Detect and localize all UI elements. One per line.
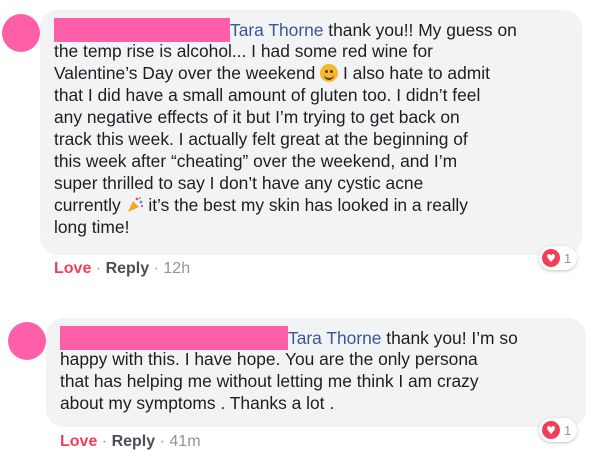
redacted-name [60,326,288,350]
timestamp[interactable]: 12h [163,260,190,277]
separator: · [101,433,108,450]
love-reaction-link[interactable]: Love [54,260,91,277]
comment-line: that has helping me without letting me t… [60,371,479,393]
comment-bubble: Tara Thorne thank you! I’m so happy with… [46,318,586,427]
heart-icon: ♥ [542,249,560,267]
comment-text: the temp rise is alcohol... I had some r… [54,41,433,61]
reaction-count: 1 [564,250,572,266]
avatar[interactable] [8,322,46,360]
love-reaction-link[interactable]: Love [60,433,97,450]
comment-line: Tara Thorne thank you!! My guess on [54,18,517,42]
comment-line: about my symptoms . Thanks a lot . [60,393,334,415]
party-popper-icon [127,196,143,212]
mention-link[interactable]: Tara Thorne [288,328,381,348]
comment-text: super thrilled to say I don’t have any c… [54,173,424,193]
comment-text: thank you!! My guess on [323,20,517,40]
comment-text: that has helping me without letting me t… [60,371,479,391]
comment-line: any negative effects of it but I’m tryin… [54,107,460,129]
smiling-face-emoji-icon [320,64,339,82]
comment-text: track this week. I actually felt great a… [54,129,468,149]
comment-actions: Love · Reply · 12h [54,260,190,278]
comment-actions: Love · Reply · 41m [60,433,201,451]
comment-text: thank you! I’m so [381,328,518,348]
comment-line: this week after “cheating” over the week… [54,151,457,173]
comment-line: happy with this. I have hope. You are th… [60,349,478,371]
heart-icon: ♥ [542,421,560,439]
comment-line: currently it’s the best my skin has look… [54,195,468,217]
comment-bubble: Tara Thorne thank you!! My guess on the … [40,10,582,255]
reply-link[interactable]: Reply [106,260,150,277]
comment-text: about my symptoms . Thanks a lot . [60,393,335,413]
comment-line: Valentine’s Day over the weekend I also … [54,63,490,85]
separator: · [159,433,165,450]
comment-text: this week after “cheating” over the week… [54,151,458,171]
timestamp[interactable]: 41m [169,433,200,450]
reply-link[interactable]: Reply [112,433,156,450]
comment-line: super thrilled to say I don’t have any c… [54,173,423,195]
comment-text: I also hate to admit [338,63,490,83]
comment-text: long time! [54,217,130,237]
mention-link[interactable]: Tara Thorne [230,20,323,40]
comment-line: that I did have a small amount of gluten… [54,85,480,107]
separator: · [153,260,159,277]
comment-line: track this week. I actually felt great a… [54,129,468,151]
comment-text: that I did have a small amount of gluten… [54,85,481,105]
redacted-name [54,18,230,42]
comment-text: currently [54,195,121,215]
reaction-count-pill[interactable]: ♥ 1 [539,246,578,270]
separator: · [95,260,102,277]
comment-text: any negative effects of it but I’m tryin… [54,107,460,127]
comment-text: Valentine’s Day over the weekend [54,63,316,83]
comment-text: happy with this. I have hope. You are th… [60,349,478,369]
reaction-count-pill[interactable]: ♥ 1 [539,418,578,442]
reaction-count: 1 [564,422,572,438]
comment-line: long time! [54,217,129,239]
comment-text: it’s the best my skin has looked in a re… [143,195,468,215]
comment-line: the temp rise is alcohol... I had some r… [54,41,433,63]
avatar[interactable] [2,14,40,52]
comment-line: Tara Thorne thank you! I’m so [60,326,518,350]
